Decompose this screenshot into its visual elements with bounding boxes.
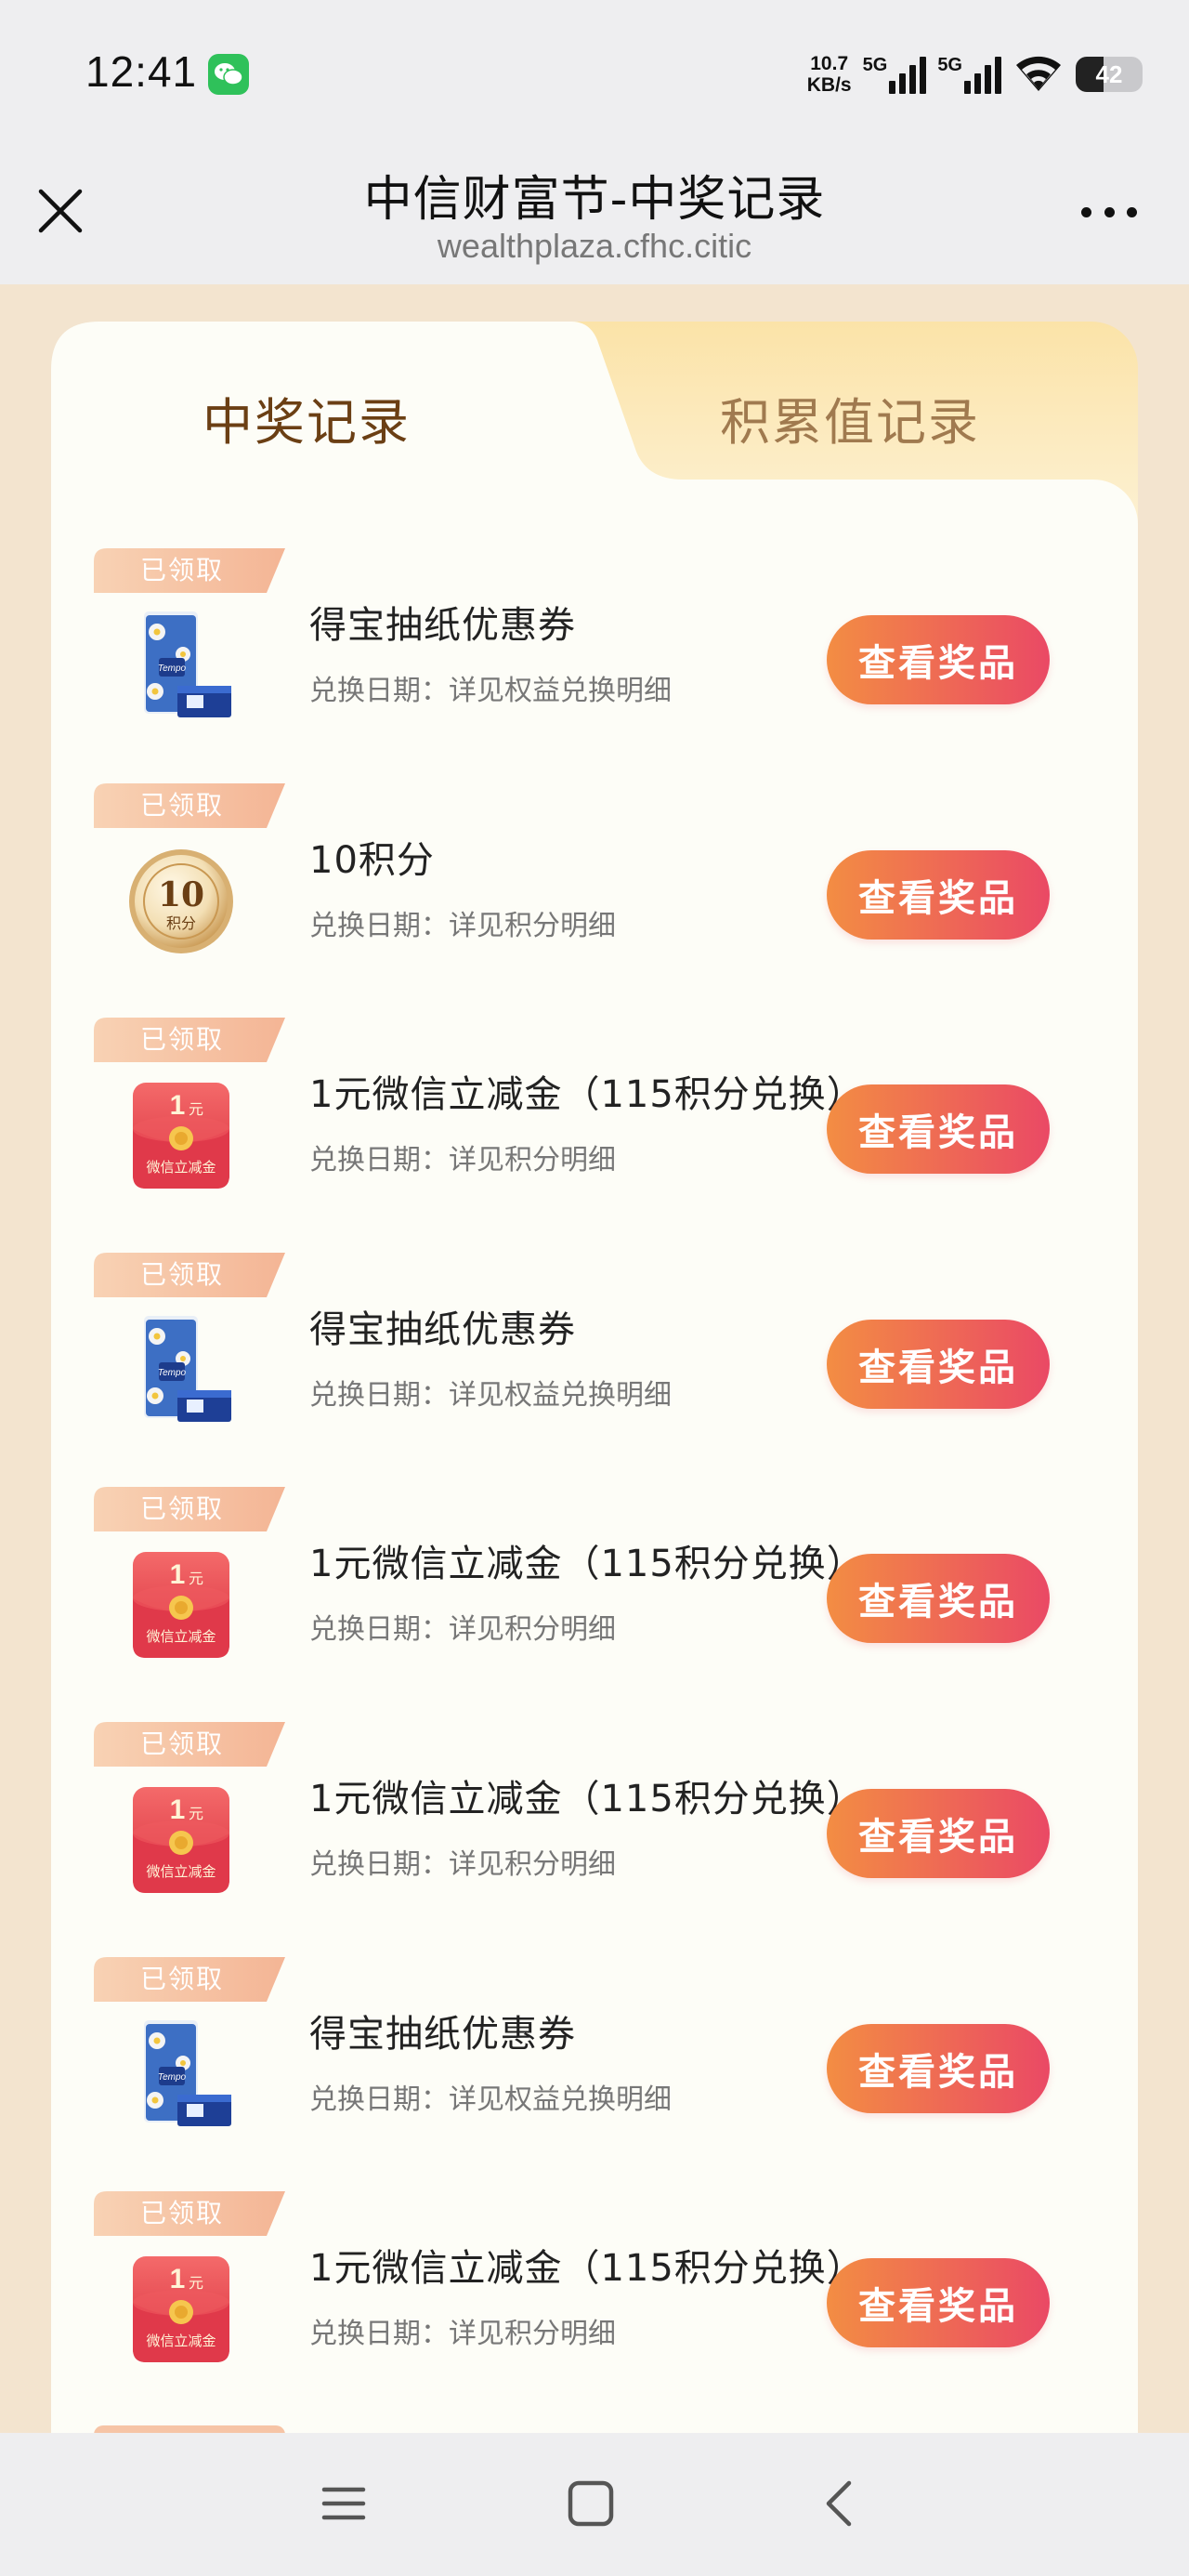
- status-badge-label: 已领取: [139, 2198, 224, 2229]
- tissue-box-icon: Tempo: [125, 1310, 237, 1431]
- records-card: 积累值记录 中奖记录 已领取 Tempo 得宝抽纸优惠券 兑换日期：详见权益兑换明细查…: [51, 322, 1138, 2440]
- envelope-label: 微信立减金: [146, 1863, 216, 1880]
- prize-name: 1元微信立减金（115积分兑换）: [309, 1543, 865, 1586]
- prize-name: 得宝抽纸优惠券: [309, 2012, 576, 2056]
- red-envelope-icon: 1 元微信立减金: [125, 1780, 237, 1900]
- network-type-2: 5G: [937, 55, 962, 75]
- view-prize-button[interactable]: 查看奖品: [827, 1084, 1050, 1175]
- status-badge-label: 已领取: [139, 1258, 224, 1290]
- tissue-brand: Tempo: [158, 664, 187, 674]
- wifi-icon: [1013, 52, 1065, 97]
- tissue-brand: Tempo: [158, 2072, 187, 2083]
- network-speed: 10.7 KB/s: [807, 53, 852, 96]
- view-prize-button[interactable]: 查看奖品: [827, 1319, 1050, 1409]
- envelope-unit: 元: [189, 1805, 203, 1822]
- page-url: wealthplaza.cfhc.citic: [437, 227, 752, 265]
- system-nav-bar: [0, 2433, 1189, 2576]
- status-badge: 已领取: [94, 1018, 285, 1063]
- speed-value: 10.7: [810, 53, 849, 74]
- title-bar: 中信财富节-中奖记录 wealthplaza.cfhc.citic: [0, 149, 1189, 284]
- list-item: 已领取 Tempo 得宝抽纸优惠券兑换日期：详见权益兑换明细 查看奖品: [51, 1956, 1138, 2192]
- view-prize-button[interactable]: 查看奖品: [827, 615, 1050, 704]
- view-prize-button[interactable]: 查看奖品: [827, 2023, 1050, 2113]
- red-envelope-icon: 1 元微信立减金: [125, 2249, 237, 2370]
- prize-name: 1元微信立减金（115积分兑换）: [309, 1777, 865, 1820]
- redeem-date: 兑换日期：详见积分明细: [309, 2318, 616, 2351]
- status-badge-label: 已领取: [139, 555, 224, 585]
- redeem-date: 兑换日期：详见积分明细: [309, 1613, 616, 1647]
- speed-unit: KB/s: [806, 74, 852, 96]
- signal-1: 5G: [863, 55, 927, 94]
- status-badge: 已领取: [94, 1721, 285, 1767]
- page-title: 中信财富节-中奖记录: [363, 172, 826, 228]
- view-prize-button[interactable]: 查看奖品: [827, 2258, 1050, 2348]
- view-prize-button[interactable]: 查看奖品: [827, 849, 1050, 940]
- menu-icon[interactable]: [316, 2476, 372, 2531]
- list-item: 已领取 Tempo 得宝抽纸优惠券兑换日期：详见权益兑换明细 查看奖品: [51, 548, 1138, 783]
- status-badge: 已领取: [94, 782, 285, 828]
- tissue-brand: Tempo: [158, 1368, 187, 1378]
- envelope-label: 微信立减金: [146, 2333, 216, 2349]
- red-envelope-icon: 1 元微信立减金: [125, 1075, 237, 1196]
- view-prize-button[interactable]: 查看奖品: [827, 1554, 1050, 1644]
- envelope-amount: 1: [170, 1559, 186, 1590]
- envelope-amount: 1: [170, 2264, 186, 2294]
- envelope-label: 微信立减金: [146, 1159, 216, 1176]
- redeem-date: 兑换日期：详见积分明细: [309, 1144, 616, 1177]
- list-item: 已领取 1 元微信立减金 1元微信立减金（115积分兑换） 兑换日期：详见积分明细 查看奖…: [51, 1487, 1138, 1722]
- wechat-notification-icon: [208, 54, 249, 95]
- tissue-box-icon: Tempo: [125, 606, 237, 727]
- prize-name: 1元微信立减金（115积分兑换）: [309, 2247, 865, 2291]
- view-prize-button[interactable]: 查看奖品: [827, 1788, 1050, 1878]
- list-item: 已领取 1 元微信立减金 1元微信立减金（115积分兑换） 兑换日期：详见积分明细 查看奖…: [51, 1018, 1138, 1253]
- redeem-date: 兑换日期：详见权益兑换明细: [309, 2083, 672, 2116]
- status-badge: 已领取: [94, 2191, 285, 2237]
- signal-bars-icon: [889, 55, 927, 94]
- envelope-label: 微信立减金: [146, 1628, 216, 1645]
- envelope-amount: 1: [170, 1090, 186, 1121]
- status-badge: 已领取: [94, 1252, 285, 1297]
- prize-name: 1元微信立减金（115积分兑换）: [309, 1073, 865, 1117]
- envelope-amount: 1: [170, 1794, 186, 1825]
- redeem-date: 兑换日期：详见积分明细: [309, 909, 616, 942]
- list-item: 已领取 1 元微信立减金 1元微信立减金（115积分兑换） 兑换日期：详见积分明细 查看奖…: [51, 1721, 1138, 1957]
- signal-2: 5G: [937, 55, 1001, 94]
- redeem-date: 兑换日期：详见权益兑换明细: [309, 675, 672, 707]
- back-chevron-icon[interactable]: [812, 2476, 868, 2531]
- redeem-date: 兑换日期：详见积分明细: [309, 1847, 616, 1881]
- red-envelope-icon: 1 元微信立减金: [125, 1544, 237, 1665]
- prize-name: 得宝抽纸优惠券: [309, 604, 576, 647]
- envelope-unit: 元: [189, 2274, 203, 2292]
- prize-name: 得宝抽纸优惠券: [309, 1308, 576, 1351]
- network-type-1: 5G: [862, 55, 888, 75]
- status-badge-label: 已领取: [139, 1963, 224, 1994]
- prize-name: 10积分: [309, 838, 435, 882]
- status-bar: 12:41 10.7 KB/s 5G 5G 42: [0, 0, 1189, 149]
- home-square-icon[interactable]: [563, 2476, 619, 2531]
- status-badge: 已领取: [94, 548, 285, 593]
- more-options-icon[interactable]: [1081, 204, 1137, 219]
- coin-value: 10: [158, 875, 204, 914]
- signal-bars-icon: [964, 55, 1001, 94]
- envelope-unit: 元: [189, 1100, 203, 1118]
- battery-level: 42: [1095, 59, 1123, 88]
- redeem-date: 兑换日期：详见权益兑换明细: [309, 1378, 672, 1412]
- coin-label: 积分: [166, 914, 196, 932]
- status-badge-label: 已领取: [139, 789, 224, 821]
- status-badge-label: 已领取: [139, 1728, 224, 1759]
- status-indicators: 10.7 KB/s 5G 5G 42: [807, 46, 1143, 102]
- status-badge: 已领取: [94, 1956, 285, 2002]
- list-item: 已领取 10 积分 10积分 兑换日期：详见积分明细 查看奖品: [51, 782, 1138, 1019]
- points-coin-icon: 10 积分: [125, 841, 237, 962]
- records-list: 已领取 Tempo 得宝抽纸优惠券 兑换日期：详见权益兑换明细 查看奖品 已领取 10 积分…: [51, 548, 1138, 2426]
- envelope-unit: 元: [189, 1570, 203, 1587]
- status-badge: 已领取: [94, 1487, 285, 1532]
- status-badge-label: 已领取: [139, 1024, 224, 1056]
- status-badge-label: 已领取: [139, 1493, 224, 1525]
- list-item: 已领取 1 元微信立减金 1元微信立减金（115积分兑换） 兑换日期：详见积分明细 查看奖…: [51, 2191, 1138, 2426]
- battery-icon: 42: [1076, 57, 1143, 92]
- status-time: 12:41: [85, 47, 198, 96]
- list-item: 已领取 Tempo 得宝抽纸优惠券兑换日期：详见权益兑换明细 查看奖品: [51, 1252, 1138, 1488]
- tissue-box-icon: Tempo: [125, 2015, 237, 2136]
